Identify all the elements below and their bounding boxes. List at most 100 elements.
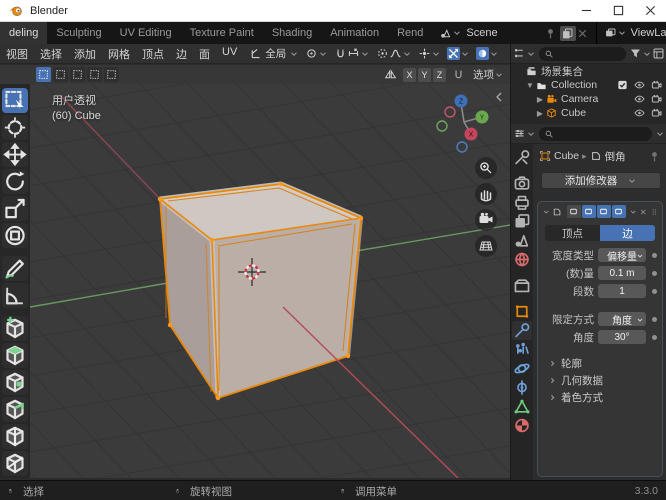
tool-options-dropdown[interactable]: 选项 [473, 67, 504, 82]
mirror-axis-z[interactable]: Z [433, 67, 446, 82]
animate-dot[interactable] [652, 288, 657, 294]
show-gizmo-dropdown[interactable] [418, 47, 441, 60]
viewport-menu-6[interactable]: 面 [193, 46, 216, 62]
select-mode-intersect[interactable] [104, 67, 119, 82]
display-toggle-on-cage[interactable] [566, 205, 581, 218]
snap-toggle-icon[interactable] [452, 68, 465, 81]
pin-icon[interactable] [648, 150, 661, 163]
ortho-toggle-button[interactable] [475, 235, 497, 257]
viewport-menu-3[interactable]: 网格 [102, 46, 136, 62]
viewport-menu-4[interactable]: 顶点 [136, 46, 170, 62]
zoom-button[interactable] [475, 157, 497, 179]
transform-orientation-dropdown[interactable]: 全局 [249, 46, 299, 61]
expander-caret[interactable]: ▶ [535, 95, 545, 104]
tool-select-box[interactable] [2, 88, 28, 113]
section-几何数据[interactable]: 几何数据 [548, 372, 662, 389]
dropdown-field[interactable]: 偏移量 [598, 248, 646, 263]
close-button[interactable] [634, 0, 666, 21]
animate-dot[interactable] [652, 316, 657, 322]
mirror-axis-y[interactable]: Y [418, 67, 431, 82]
view-layer-selector[interactable]: ViewLayer [601, 22, 666, 44]
tool-cursor[interactable] [2, 115, 28, 140]
eye-toggle-icon[interactable] [633, 107, 646, 119]
outliner-row-Camera[interactable]: ▶ Camera [511, 92, 666, 106]
properties-options-icon[interactable] [655, 129, 665, 139]
properties-tab-physics[interactable] [512, 359, 532, 378]
tool-measure[interactable] [2, 283, 28, 308]
properties-tab-view-layer[interactable] [512, 212, 532, 231]
viewport-menu-2[interactable]: 添加 [68, 46, 102, 62]
outliner-row-场景集合[interactable]: 场景集合 [511, 64, 666, 78]
animate-dot[interactable] [652, 334, 657, 340]
workspace-tab-shading[interactable]: Shading [263, 22, 321, 44]
unlink-scene-icon[interactable] [576, 27, 589, 40]
snapping-controls[interactable] [334, 47, 370, 60]
mirror-icon[interactable] [384, 68, 397, 81]
animate-dot[interactable] [652, 270, 657, 276]
outliner-row-Collection[interactable]: ▼ Collection [511, 78, 666, 92]
add-modifier-button[interactable]: 添加修改器 [541, 172, 661, 189]
tool-rotate[interactable] [2, 169, 28, 194]
mirror-axis-x[interactable]: X [403, 67, 416, 82]
workspace-tab-deling[interactable]: deling [0, 22, 48, 44]
camera-toggle-icon[interactable] [650, 79, 663, 91]
outliner-search-input[interactable] [539, 46, 626, 61]
properties-tab-constraints[interactable] [512, 378, 532, 397]
pin-icon[interactable] [544, 27, 557, 40]
animate-dot[interactable] [652, 252, 657, 258]
maximize-button[interactable] [602, 0, 634, 21]
properties-tab-object-data[interactable] [512, 397, 532, 416]
gizmo-neg-y[interactable] [436, 120, 448, 132]
select-mode-set[interactable] [36, 67, 51, 82]
workspace-tab-texture-paint[interactable]: Texture Paint [181, 22, 263, 44]
tool-extrude-region[interactable] [2, 343, 28, 368]
camera-view-button[interactable] [475, 209, 497, 231]
tool-add-cube[interactable] [2, 316, 28, 341]
scene-selector[interactable]: Scene [436, 22, 591, 44]
expander-caret[interactable]: ▼ [525, 81, 535, 90]
collapse-chevron-icon[interactable] [542, 207, 550, 217]
properties-tab-render[interactable] [512, 174, 532, 193]
display-toggle-realtime[interactable] [596, 205, 611, 218]
value-field[interactable]: 0.1 m [598, 266, 646, 280]
minimize-button[interactable] [570, 0, 602, 21]
tool-inset-faces[interactable] [2, 370, 28, 395]
modifier-close-icon[interactable] [639, 207, 647, 217]
properties-tab-collection[interactable] [512, 276, 532, 295]
tool-knife[interactable] [2, 451, 28, 476]
camera-toggle-icon[interactable] [650, 93, 663, 105]
value-field[interactable]: 30° [598, 330, 646, 344]
value-field[interactable]: 1 [598, 284, 646, 298]
breadcrumb-object[interactable]: Cube [554, 150, 579, 162]
display-mode-icon[interactable] [652, 47, 665, 60]
viewport-menu-0[interactable]: 视图 [0, 46, 34, 62]
modifier-extras-icon[interactable] [629, 207, 637, 217]
select-mode-extend[interactable] [53, 67, 68, 82]
viewport-menu-5[interactable]: 边 [170, 46, 193, 62]
properties-editor-icon[interactable] [513, 127, 526, 140]
outliner-editor-icon[interactable] [513, 47, 526, 60]
navigation-gizmo[interactable]: Z Y X [436, 94, 489, 153]
properties-tab-material[interactable] [512, 416, 532, 435]
drag-handle-icon[interactable] [650, 207, 658, 217]
viewport-menu-1[interactable]: 选择 [34, 46, 68, 62]
expander-caret[interactable]: ▶ [535, 109, 545, 118]
workspace-tab-sculpting[interactable]: Sculpting [47, 22, 110, 44]
pan-button[interactable] [475, 183, 497, 205]
sidebar-collapse-arrow[interactable] [496, 92, 502, 102]
dropdown-field[interactable]: 角度 [598, 312, 646, 327]
breadcrumb-modifier[interactable]: 倒角 [605, 149, 626, 164]
pivot-point-dropdown[interactable] [305, 47, 328, 60]
properties-tab-particles[interactable] [512, 340, 532, 359]
tool-bevel[interactable] [2, 397, 28, 422]
affect-tab-边[interactable]: 边 [600, 225, 655, 241]
outliner-row-Cube[interactable]: ▶ Cube [511, 106, 666, 120]
viewport-shading-dropdown[interactable] [476, 47, 499, 60]
viewport-3d-scene[interactable]: Z Y X [0, 84, 510, 478]
eye-toggle-icon[interactable] [633, 79, 646, 91]
properties-tab-world[interactable] [512, 250, 532, 269]
tool-scale[interactable] [2, 196, 28, 221]
filter-icon[interactable] [629, 47, 642, 60]
properties-tab-object[interactable] [512, 302, 532, 321]
properties-tab-tool[interactable] [512, 148, 532, 167]
